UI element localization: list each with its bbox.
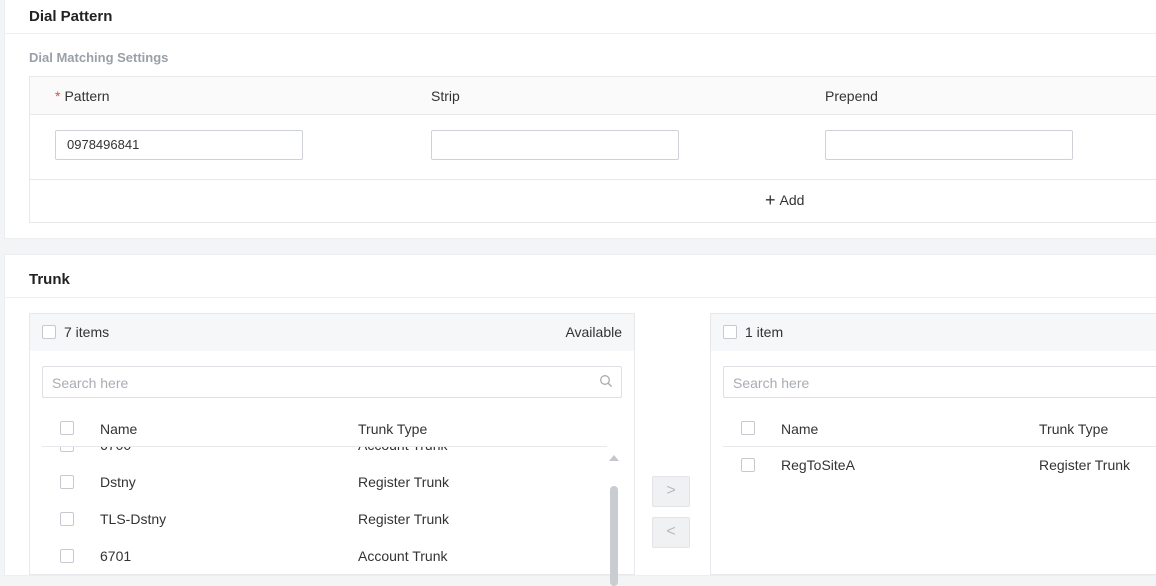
move-right-button[interactable]: > [652,476,690,507]
row-checkbox[interactable] [60,549,74,563]
selected-trunk-panel: 1 item Search here Name Trunk Type RegTo… [710,313,1156,575]
trunk-title: Trunk [29,271,70,288]
row-name: RegToSiteA [781,457,855,473]
available-trunk-panel: 7 items Available Search here Name Trunk… [29,313,635,586]
available-label: Available [565,324,622,340]
list-item[interactable]: RegToSiteA Register Trunk [723,447,1156,484]
required-marker: * [55,88,61,104]
list-item[interactable]: 6700 Account Trunk [42,447,607,464]
dial-matching-table: * Pattern Strip Prepend 0978496841 + Add [29,76,1156,223]
selected-list-header: Name Trunk Type [723,410,1156,447]
available-search-placeholder: Search here [52,375,129,391]
dial-pattern-title: Dial Pattern [29,8,113,25]
dial-pattern-card: Dial Pattern Dial Matching Settings * Pat… [4,0,1156,239]
scroll-up-arrow[interactable] [609,455,619,461]
row-name: 6700 [100,447,131,453]
scrollbar-thumb[interactable] [610,486,618,586]
selected-search-input[interactable]: Search here [723,366,1156,398]
move-left-button[interactable]: < [652,517,690,548]
list-item[interactable]: TLS-Dstny Register Trunk [42,501,607,538]
row-name: Dstny [100,474,136,490]
available-count: 7 items [64,324,110,340]
row-name: TLS-Dstny [100,511,167,527]
pattern-column-header: * Pattern [55,88,110,104]
strip-input[interactable] [431,130,679,160]
row-name: 6701 [100,548,132,564]
row-checkbox[interactable] [60,447,74,452]
prepend-input[interactable] [825,130,1073,160]
row-type: Account Trunk [358,548,448,564]
selected-select-all-checkbox[interactable] [723,325,737,339]
available-search-input[interactable]: Search here [42,366,622,398]
selected-type-header: Trunk Type [1039,421,1109,437]
selected-name-header: Name [781,421,819,437]
available-select-all-checkbox[interactable] [42,325,56,339]
available-panel-header: 7 items Available [30,314,634,351]
search-icon [600,375,613,388]
add-label: Add [779,192,805,208]
row-type: Register Trunk [358,511,450,527]
row-type: Register Trunk [1039,457,1131,473]
available-header-checkbox[interactable] [60,421,74,435]
pattern-header-label: Pattern [64,88,110,104]
available-name-header: Name [100,421,138,437]
list-item[interactable]: Dstny Register Trunk [42,464,607,501]
selected-search-placeholder: Search here [733,375,810,391]
dial-matching-header: * Pattern Strip Prepend [30,77,1156,115]
dial-pattern-divider [5,33,1156,34]
dial-matching-footer: + Add [30,179,1156,222]
row-type: Register Trunk [358,474,450,490]
selected-panel-header: 1 item [711,314,1156,351]
trunk-card: Trunk 7 items Available Search here Name… [4,254,1156,586]
row-checkbox[interactable] [60,475,74,489]
selected-count: 1 item [745,324,784,340]
available-type-header: Trunk Type [358,421,428,437]
trunk-divider [5,297,1156,298]
plus-icon: + [765,190,776,210]
selected-header-checkbox[interactable] [741,421,755,435]
list-item[interactable]: 6701 Account Trunk [42,538,607,574]
row-checkbox[interactable] [60,512,74,526]
dial-matching-subtitle: Dial Matching Settings [29,50,169,65]
row-checkbox[interactable] [741,458,755,472]
strip-column-header: Strip [431,88,460,104]
available-list-header: Name Trunk Type [42,410,607,447]
add-pattern-button[interactable]: + Add [765,190,805,210]
prepend-column-header: Prepend [825,88,878,104]
pattern-input[interactable]: 0978496841 [55,130,303,160]
row-type: Account Trunk [358,447,448,453]
